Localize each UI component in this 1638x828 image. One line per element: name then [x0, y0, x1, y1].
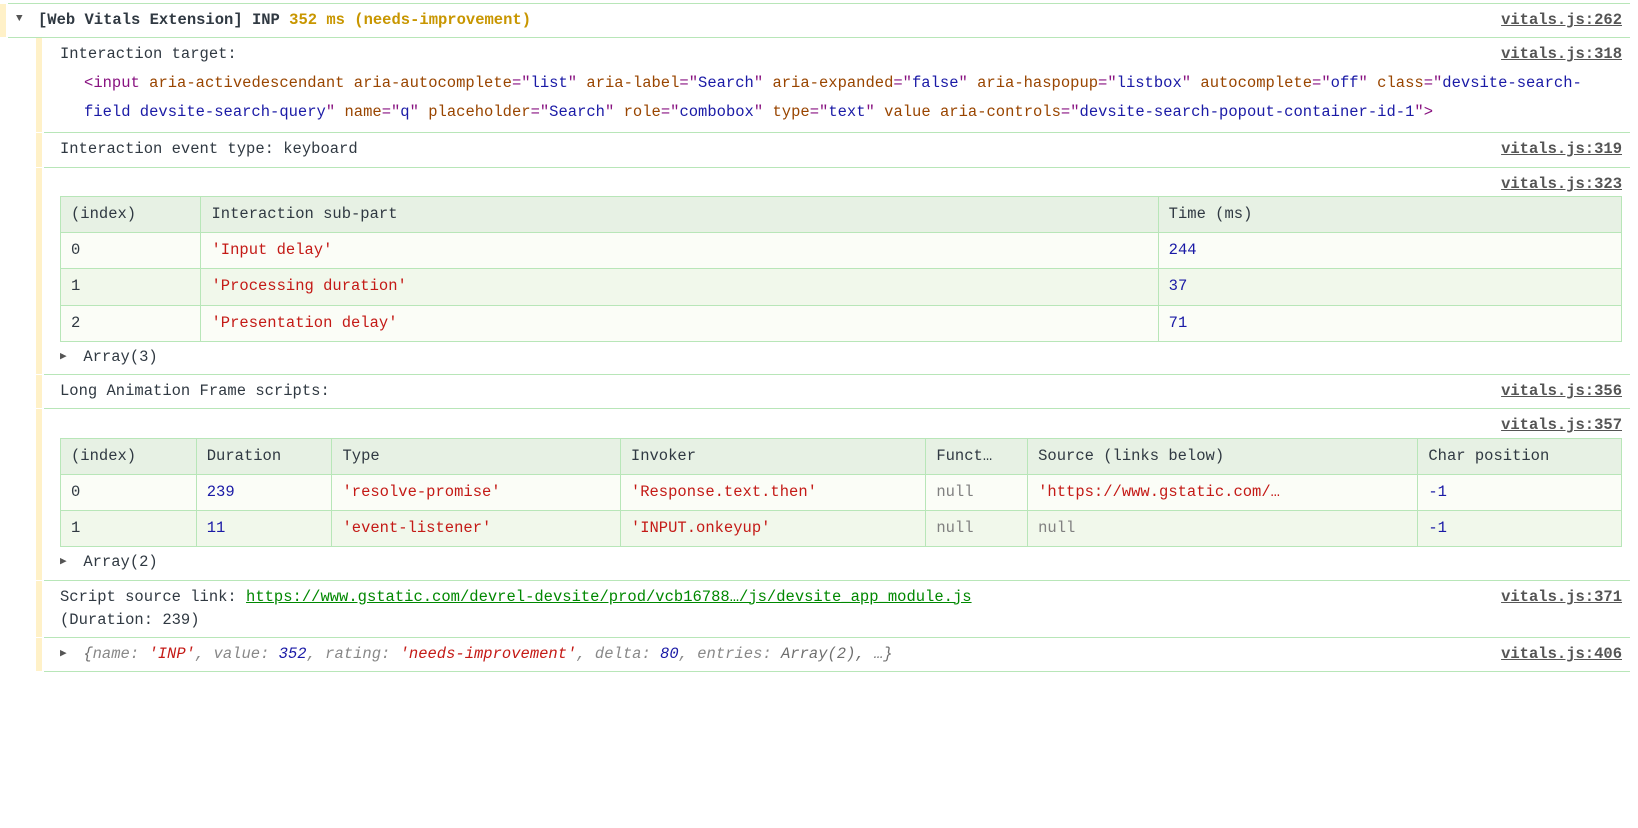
event-type-text: Interaction event type: keyboard [60, 140, 358, 158]
script-source-duration: (Duration: 239) [60, 611, 200, 629]
cell-duration: 11 [196, 511, 332, 547]
cell-invoker: 'INPUT.onkeyup' [620, 511, 925, 547]
table2-row: (index)DurationTypeInvokerFunct…Source (… [44, 436, 1630, 581]
cell-time: 71 [1158, 305, 1621, 341]
cell-index: 1 [61, 511, 197, 547]
source-link[interactable]: vitals.js:371 [1501, 586, 1622, 609]
metric-value: 352 ms (needs-improvement) [289, 11, 531, 29]
source-link[interactable]: vitals.js:262 [1501, 9, 1622, 32]
cell-time: 37 [1158, 269, 1621, 305]
table-header: Char position [1418, 438, 1622, 474]
source-link[interactable]: vitals.js:357 [1501, 414, 1622, 437]
array-label: Array(3) [83, 348, 157, 366]
cell-charpos: -1 [1418, 511, 1622, 547]
script-source-label: Script source link: [60, 588, 246, 606]
array-disclosure[interactable]: ▶ Array(3) [60, 346, 1622, 369]
interaction-target-label: Interaction target: [60, 45, 237, 63]
caret-right-icon: ▶ [60, 349, 74, 366]
cell-subpart: 'Presentation delay' [201, 305, 1158, 341]
table-header: (index) [61, 196, 201, 232]
cell-func: null [926, 511, 1028, 547]
event-type-row: vitals.js:319 Interaction event type: ke… [44, 132, 1630, 167]
log-header-row: ▼ vitals.js:262 [Web Vitals Extension] I… [8, 3, 1630, 38]
obj-dump-content[interactable]: {name: 'INP', value: 352, rating: 'needs… [83, 645, 892, 663]
table-header: Type [332, 438, 620, 474]
caret-right-icon: ▶ [60, 554, 74, 571]
interaction-target-row: vitals.js:318 Interaction target: <input… [44, 37, 1630, 133]
array-label: Array(2) [83, 553, 157, 571]
table-header: Interaction sub-part [201, 196, 1158, 232]
extension-tag: [Web Vitals Extension] [38, 11, 243, 29]
script-source-url[interactable]: https://www.gstatic.com/devrel-devsite/p… [246, 588, 972, 606]
table-row: 1'Processing duration'37 [61, 269, 1622, 305]
source-link[interactable]: vitals.js:356 [1501, 380, 1622, 403]
caret-down-icon[interactable]: ▼ [16, 11, 23, 28]
cell-source: 'https://www.gstatic.com/… [1028, 474, 1418, 510]
cell-index: 0 [61, 474, 197, 510]
table-header: (index) [61, 438, 197, 474]
script-source-row: vitals.js:371 Script source link: https:… [44, 580, 1630, 639]
cell-subpart: 'Processing duration' [201, 269, 1158, 305]
cell-index: 1 [61, 269, 201, 305]
caret-right-icon[interactable]: ▶ [60, 646, 74, 663]
metric-name: INP [252, 11, 280, 29]
laf-row: vitals.js:356 Long Animation Frame scrip… [44, 374, 1630, 409]
table-row: 111'event-listener''INPUT.onkeyup'nullnu… [61, 511, 1622, 547]
source-link[interactable]: vitals.js:323 [1501, 173, 1622, 196]
cell-type: 'event-listener' [332, 511, 620, 547]
cell-invoker: 'Response.text.then' [620, 474, 925, 510]
source-link[interactable]: vitals.js:406 [1501, 643, 1622, 666]
cell-index: 2 [61, 305, 201, 341]
table-row: 0239'resolve-promise''Response.text.then… [61, 474, 1622, 510]
cell-charpos: -1 [1418, 474, 1622, 510]
cell-index: 0 [61, 233, 201, 269]
table-row: 0'Input delay'244 [61, 233, 1622, 269]
cell-time: 244 [1158, 233, 1621, 269]
table-row: 2'Presentation delay'71 [61, 305, 1622, 341]
source-link[interactable]: vitals.js:319 [1501, 138, 1622, 161]
table-header: Duration [196, 438, 332, 474]
laf-label: Long Animation Frame scripts: [60, 382, 330, 400]
array-disclosure[interactable]: ▶ Array(2) [60, 551, 1622, 574]
cell-type: 'resolve-promise' [332, 474, 620, 510]
table-header: Time (ms) [1158, 196, 1621, 232]
cell-func: null [926, 474, 1028, 510]
cell-source: null [1028, 511, 1418, 547]
obj-dump-row: vitals.js:406 ▶ {name: 'INP', value: 352… [44, 637, 1630, 672]
table1-row: (index)Interaction sub-partTime (ms) 0'I… [44, 194, 1630, 375]
interaction-target-html: <input aria-activedescendant aria-autoco… [60, 69, 1622, 128]
table-header: Invoker [620, 438, 925, 474]
laf-scripts-table: (index)DurationTypeInvokerFunct…Source (… [60, 438, 1622, 548]
table-header: Source (links below) [1028, 438, 1418, 474]
interaction-subpart-table: (index)Interaction sub-partTime (ms) 0'I… [60, 196, 1622, 342]
cell-subpart: 'Input delay' [201, 233, 1158, 269]
table-header: Funct… [926, 438, 1028, 474]
cell-duration: 239 [196, 474, 332, 510]
source-link[interactable]: vitals.js:318 [1501, 43, 1622, 66]
